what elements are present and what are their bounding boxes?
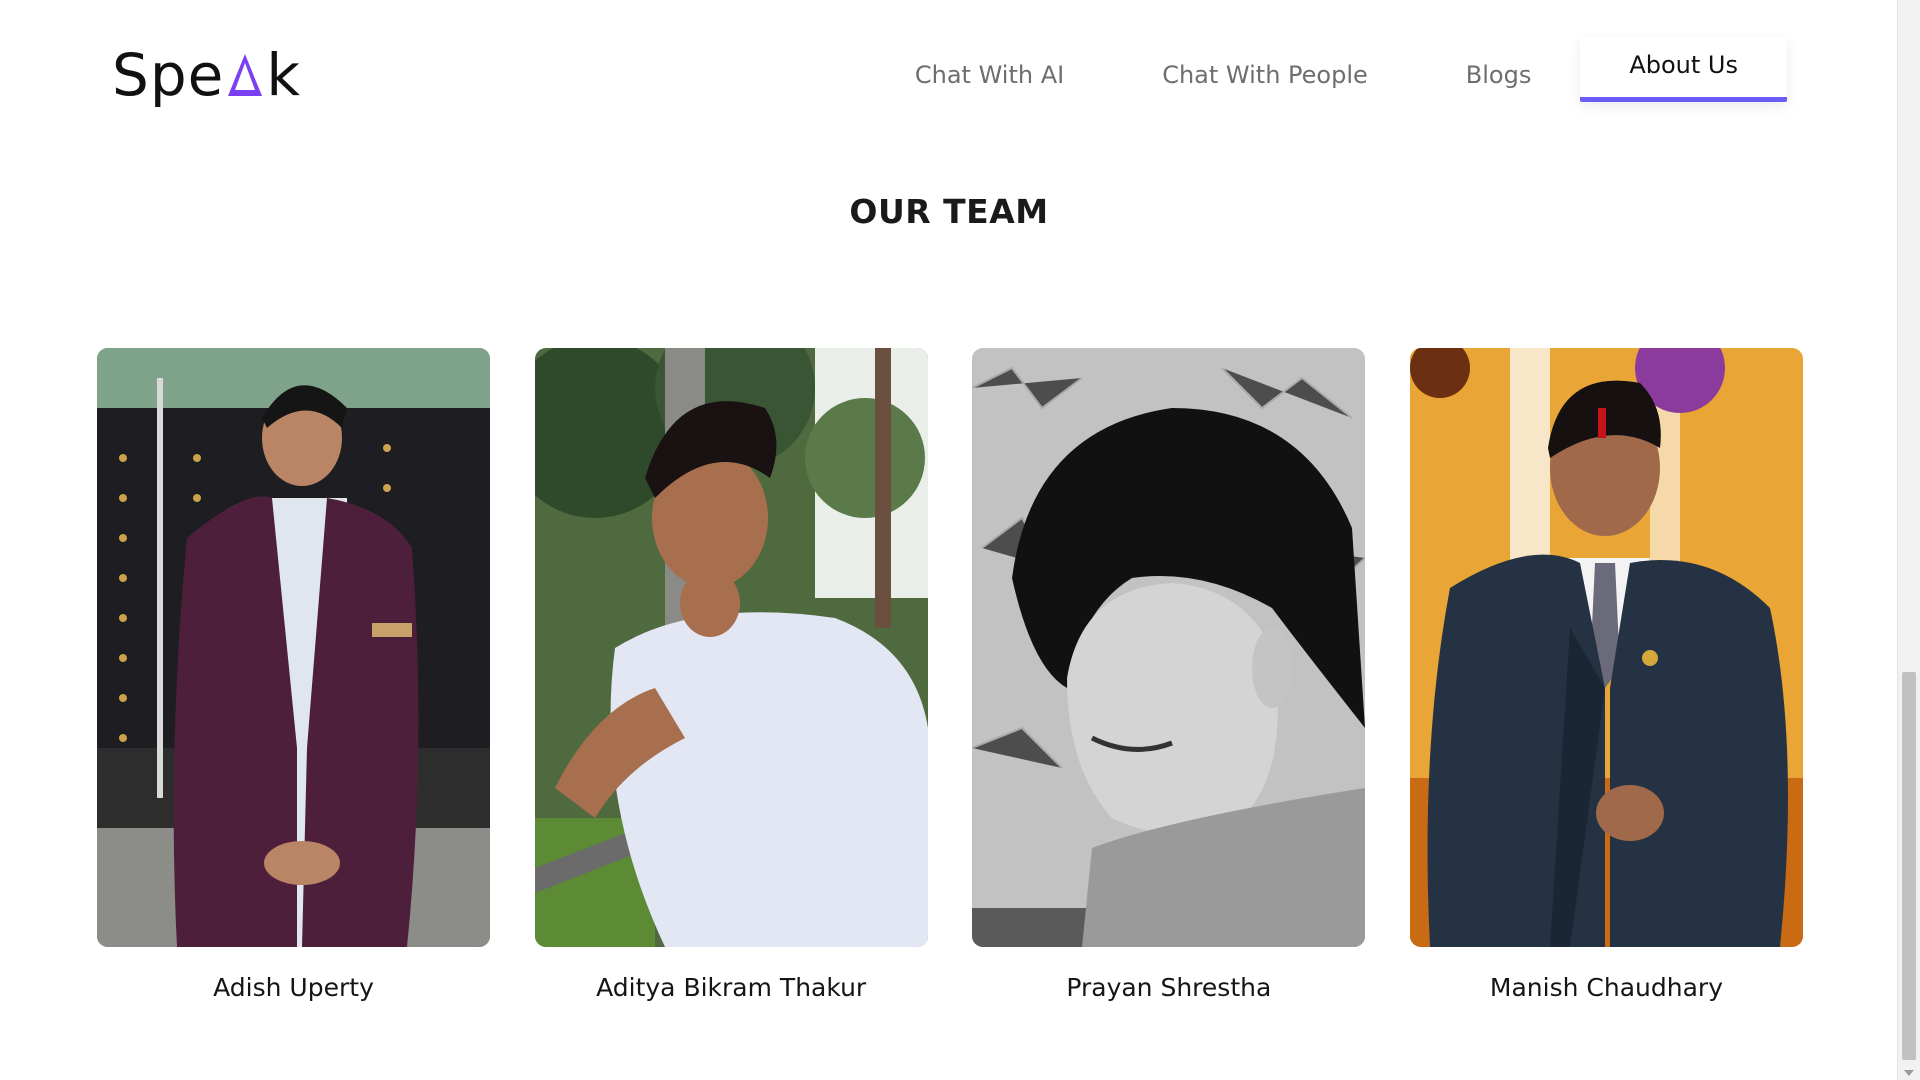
team-member-name: Adish Uperty xyxy=(213,973,374,1002)
team-member-card: Adish Uperty xyxy=(97,348,490,1002)
team-member-photo xyxy=(534,348,928,947)
page-scrollbar[interactable] xyxy=(1897,0,1920,1080)
team-member-name: Manish Chaudhary xyxy=(1489,973,1723,1002)
team-member-photo xyxy=(972,348,1366,947)
team-grid: Adish Uperty Aditya Bikram Thakur Prayan… xyxy=(97,348,1803,1002)
nav-blogs[interactable]: Blogs xyxy=(1466,61,1532,89)
logo-text-prefix: Spe xyxy=(112,41,225,109)
member-photo-image xyxy=(1409,348,1803,947)
team-member-card: Aditya Bikram Thakur xyxy=(534,348,928,1002)
main-nav: Chat With AI Chat With People Blogs Abou… xyxy=(817,36,1787,110)
about-us-page: Spe k Chat With AI Chat With People Blog… xyxy=(0,0,1920,1080)
nav-chat-with-people[interactable]: Chat With People xyxy=(1162,61,1368,89)
speak-logo[interactable]: Spe k xyxy=(112,40,301,110)
scrollbar-thumb[interactable] xyxy=(1902,672,1916,1060)
team-member-photo xyxy=(1409,348,1803,947)
site-header: Spe k Chat With AI Chat With People Blog… xyxy=(0,0,1898,140)
team-member-card: Prayan Shrestha xyxy=(972,348,1366,1002)
team-member-photo xyxy=(97,348,490,947)
page-title: OUR TEAM xyxy=(849,192,1049,232)
nav-chat-with-ai[interactable]: Chat With AI xyxy=(915,61,1064,89)
team-member-name: Prayan Shrestha xyxy=(1066,973,1272,1002)
member-photo-image xyxy=(972,348,1366,947)
scroll-down-arrow-icon[interactable] xyxy=(1904,1070,1914,1076)
member-photo-image xyxy=(97,348,490,947)
team-member-name: Aditya Bikram Thakur xyxy=(596,973,867,1002)
logo-text-suffix: k xyxy=(266,41,301,109)
member-photo-image xyxy=(534,348,928,947)
triangle-a-icon xyxy=(228,54,263,96)
team-member-card: Manish Chaudhary xyxy=(1409,348,1803,1002)
nav-about-us[interactable]: About Us xyxy=(1580,36,1787,102)
